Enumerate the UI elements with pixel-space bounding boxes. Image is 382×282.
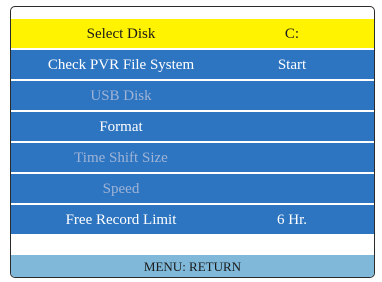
footer-hint-text: MENU: RETURN bbox=[143, 259, 242, 274]
menu-item-label: Select Disk bbox=[86, 26, 156, 42]
menu-item-label: Check PVR File System bbox=[47, 57, 195, 73]
menu-item-usb-disk: USB Disk bbox=[11, 81, 374, 112]
record-limit-value: 6 Hr. bbox=[277, 212, 307, 228]
menu-item-check-pvr-file-system[interactable]: Check PVR File System Start bbox=[11, 50, 374, 81]
pvr-settings-panel: Select Disk C: Check PVR File System Sta… bbox=[10, 6, 375, 278]
menu-item-label: Speed bbox=[102, 181, 140, 197]
menu-item-select-disk[interactable]: Select Disk C: bbox=[11, 19, 374, 50]
pvr-settings-menu: Select Disk C: Check PVR File System Sta… bbox=[11, 19, 374, 236]
check-start-value: Start bbox=[277, 57, 307, 73]
disk-value: C: bbox=[284, 26, 300, 42]
menu-item-speed: Speed bbox=[11, 174, 374, 205]
menu-item-label: Free Record Limit bbox=[65, 212, 177, 228]
menu-item-label: Format bbox=[99, 119, 143, 135]
menu-item-time-shift-size: Time Shift Size bbox=[11, 143, 374, 174]
menu-item-label: USB Disk bbox=[90, 88, 152, 104]
menu-item-format[interactable]: Format bbox=[11, 112, 374, 143]
footer-hint-bar: MENU: RETURN bbox=[11, 255, 374, 277]
menu-item-label: Time Shift Size bbox=[74, 150, 168, 166]
menu-item-free-record-limit[interactable]: Free Record Limit 6 Hr. bbox=[11, 205, 374, 236]
